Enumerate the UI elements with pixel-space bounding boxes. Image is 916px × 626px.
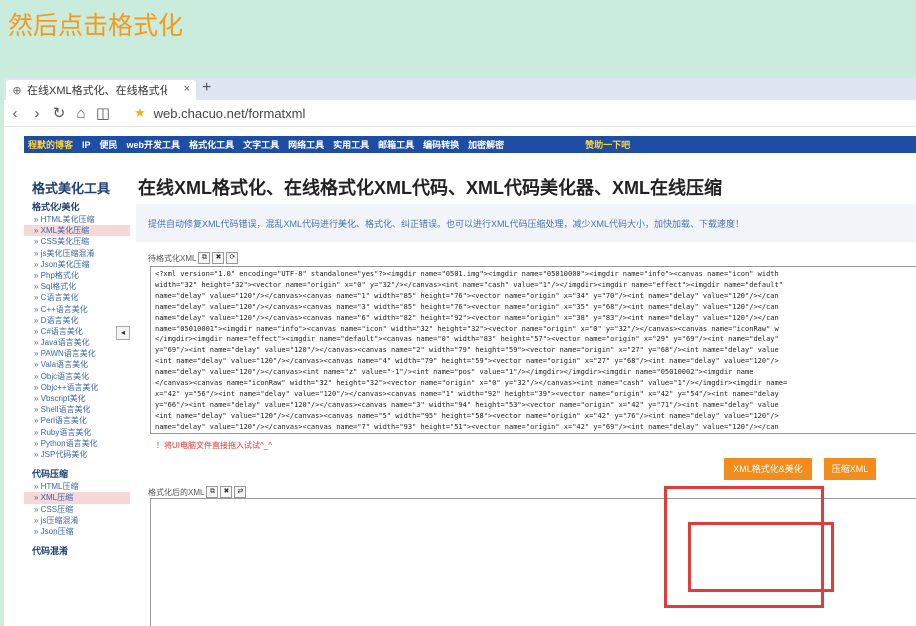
sidebar-item[interactable]: » PAWN语言美化 xyxy=(24,348,130,359)
sidebar-item[interactable]: » Php格式化 xyxy=(24,270,130,281)
nav-item[interactable]: 邮箱工具 xyxy=(378,138,414,151)
nav-item[interactable]: web开发工具 xyxy=(127,138,181,151)
sidebar-item[interactable]: » C#语言美化 xyxy=(24,326,130,337)
sidebar-item[interactable]: » Ruby语言美化 xyxy=(24,427,130,438)
close-tab-icon[interactable]: × xyxy=(184,83,190,95)
browser-tab[interactable]: ⊕ 在线XML格式化、在线格式化 × xyxy=(6,80,196,100)
sidebar-item[interactable]: » Java语言美化 xyxy=(24,337,130,348)
reader-icon[interactable]: ◫ xyxy=(92,104,114,122)
swap-icon[interactable]: ⇄ xyxy=(234,486,247,498)
clear-icon[interactable]: ✖ xyxy=(212,252,225,264)
address-bar: ‹ › ↻ ⌂ ◫ ★ web.chacuo.net/formatxml xyxy=(4,100,916,127)
forward-icon[interactable]: › xyxy=(26,105,48,122)
input-label-row: 待格式化XML ⧉ ✖ ⟳ xyxy=(148,252,239,264)
reload-icon[interactable]: ↻ xyxy=(48,104,70,122)
format-xml-button[interactable]: XML格式化&美化 xyxy=(724,458,812,480)
sidebar-item[interactable]: » JSP代码美化 xyxy=(24,449,130,460)
sidebar-item[interactable]: » HTML美化压缩 xyxy=(24,214,130,225)
sidebar: 格式美化工具 格式化/美化 » HTML美化压缩» XML美化压缩» CSS美化… xyxy=(24,174,130,626)
nav-item[interactable]: 网络工具 xyxy=(288,138,324,151)
sidebar-item[interactable]: » Json美化压缩 xyxy=(24,259,130,270)
sidebar-item[interactable]: » C++语言美化 xyxy=(24,304,130,315)
home-icon[interactable]: ⌂ xyxy=(70,105,92,122)
tab-bar: ⊕ 在线XML格式化、在线格式化 × + xyxy=(4,78,916,100)
tab-title: 在线XML格式化、在线格式化 xyxy=(27,85,167,97)
sidebar-title: 格式美化工具 xyxy=(32,181,111,196)
browser-window: ⊕ 在线XML格式化、在线格式化 × + ‹ › ↻ ⌂ ◫ ★ web.cha… xyxy=(4,78,916,626)
url-field[interactable]: web.chacuo.net/formatxml xyxy=(154,106,306,121)
sidebar-item[interactable]: » Vala语言美化 xyxy=(24,359,130,370)
nav-item[interactable]: 实用工具 xyxy=(333,138,369,151)
sidebar-item[interactable]: » CSS美化压缩 xyxy=(24,236,130,247)
clear-icon[interactable]: ✖ xyxy=(220,486,233,498)
sidebar-item[interactable]: » js压缩混淆 xyxy=(24,515,130,526)
globe-icon: ⊕ xyxy=(12,84,22,97)
sidebar-item[interactable]: » HTML压缩 xyxy=(24,481,130,492)
copy-icon[interactable]: ⧉ xyxy=(198,252,211,264)
nav-item[interactable]: 编码转换 xyxy=(423,138,459,151)
sidebar-item[interactable]: » XML美化压缩 xyxy=(24,225,130,237)
nav-item[interactable]: IP xyxy=(82,140,91,150)
refresh-icon[interactable]: ⟳ xyxy=(226,252,239,264)
sidebar-item[interactable]: » js美化压缩混淆 xyxy=(24,248,130,259)
input-label: 待格式化XML xyxy=(148,253,197,263)
sidebar-item[interactable]: » D语言美化 xyxy=(24,315,130,326)
sidebar-item[interactable]: » CSS压缩 xyxy=(24,504,130,515)
sidebar-item[interactable]: » Vbscript美化 xyxy=(24,393,130,404)
sidebar-section: 代码压缩 xyxy=(32,469,69,480)
xml-input-code: <?xml version="1.0" encoding="UTF-8" sta… xyxy=(155,270,788,431)
site-nav: 程默的博客 IP 便民 web开发工具 格式化工具 文字工具 网络工具 实用工具… xyxy=(24,136,916,153)
donate-link[interactable]: 赞助一下吧 xyxy=(585,138,630,151)
output-label-row: 格式化后的XML ⧉ ✖ ⇄ xyxy=(148,486,247,498)
caption: 然后点击格式化 xyxy=(8,11,184,40)
output-label: 格式化后的XML xyxy=(148,487,205,497)
nav-item[interactable]: 加密解密 xyxy=(468,138,504,151)
sidebar-item[interactable]: » Sql格式化 xyxy=(24,281,130,292)
sidebar-section: 格式化/美化 xyxy=(32,202,80,212)
collapse-sidebar-button[interactable]: ◂ xyxy=(116,326,130,340)
compress-xml-button[interactable]: 压缩XML xyxy=(824,458,876,480)
page-title: 在线XML格式化、在线格式化XML代码、XML代码美化器、XML在线压缩 xyxy=(138,178,722,198)
drag-tip: ！将UI电脑文件直接拖入试试^_^ xyxy=(156,441,272,450)
copy-icon[interactable]: ⧉ xyxy=(206,486,219,498)
sidebar-item[interactable]: » C语言美化 xyxy=(24,292,130,303)
sidebar-item[interactable]: » Objc语言美化 xyxy=(24,371,130,382)
nav-item[interactable]: 文字工具 xyxy=(243,138,279,151)
sidebar-item[interactable]: » Shell语言美化 xyxy=(24,404,130,415)
sidebar-item[interactable]: » Objc++语言美化 xyxy=(24,382,130,393)
sidebar-item[interactable]: » XML压缩 xyxy=(24,492,130,504)
nav-item[interactable]: 便民 xyxy=(100,138,118,151)
sidebar-item[interactable]: » Perl语言美化 xyxy=(24,415,130,426)
highlight-box-inner xyxy=(688,522,834,592)
back-icon[interactable]: ‹ xyxy=(4,105,26,122)
sidebar-item[interactable]: » Python语言美化 xyxy=(24,438,130,449)
sidebar-section: 代码混淆 xyxy=(32,546,69,557)
site-logo[interactable]: 程默的博客 xyxy=(28,138,73,151)
description-banner: 提供自动修复XML代码错误，混乱XML代码进行美化、格式化、纠正错误。也可以进行… xyxy=(136,204,916,242)
sidebar-item[interactable]: » Json压缩 xyxy=(24,526,130,537)
new-tab-button[interactable]: + xyxy=(202,79,211,97)
nav-item[interactable]: 格式化工具 xyxy=(189,138,234,151)
star-icon[interactable]: ★ xyxy=(134,105,146,121)
xml-input-textarea[interactable]: <?xml version="1.0" encoding="UTF-8" sta… xyxy=(150,266,916,434)
